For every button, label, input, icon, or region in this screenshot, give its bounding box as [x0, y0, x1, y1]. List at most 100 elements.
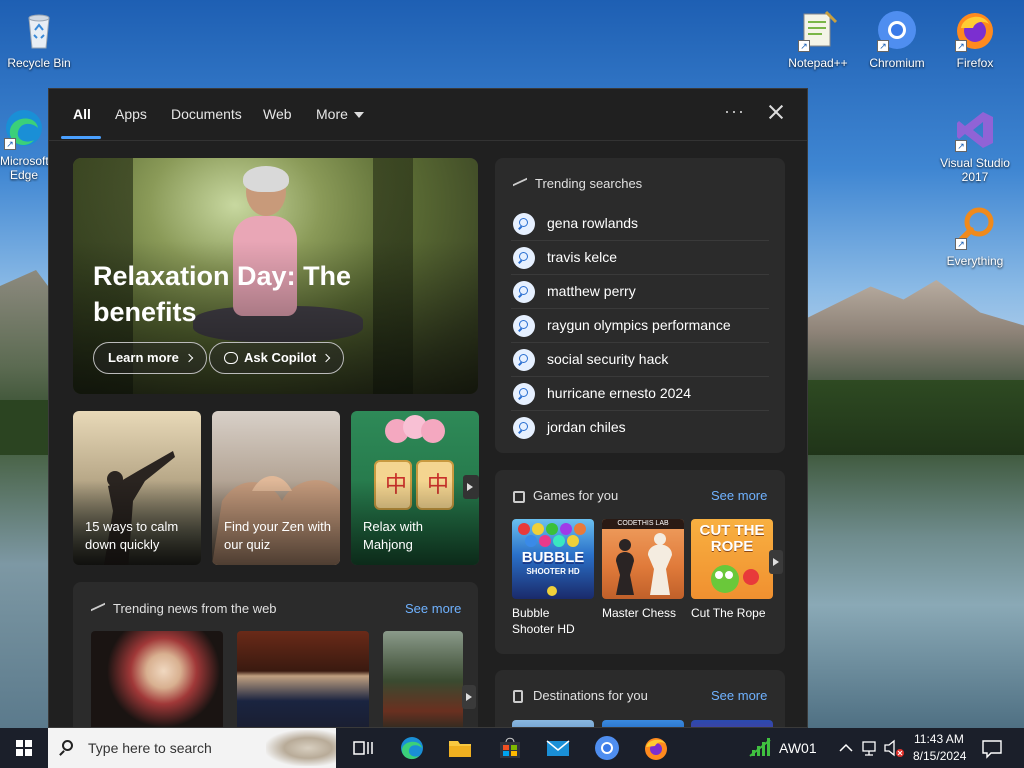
- card-mahjong[interactable]: 中 中 Relax with Mahjong: [351, 411, 479, 565]
- games-title: Games for you: [513, 488, 618, 503]
- network-signal-indicator[interactable]: [746, 732, 774, 764]
- start-button[interactable]: [0, 728, 48, 768]
- taskbar-chromium[interactable]: [591, 732, 623, 764]
- hero-card[interactable]: Relaxation Day: The benefits Learn more …: [73, 158, 478, 394]
- tab-apps[interactable]: Apps: [115, 106, 147, 122]
- windows-search-panel: All Apps Documents Web More ··· Relaxati…: [48, 88, 808, 728]
- wallpaper-forest-right: [805, 380, 1024, 460]
- trending-search-text: raygun olympics performance: [547, 317, 731, 333]
- destination-thumbnail[interactable]: [602, 720, 684, 727]
- desktop-icon-firefox[interactable]: ↗ Firefox: [937, 8, 1013, 70]
- game-art-subtitle: SHOOTER HD: [526, 567, 580, 576]
- action-center-button[interactable]: [978, 732, 1006, 764]
- desktop-icon-notepad-plus-plus[interactable]: ↗ Notepad++: [780, 8, 856, 70]
- trending-news-title-text: Trending news from the web: [113, 601, 277, 616]
- trending-arrow-icon: [91, 602, 105, 617]
- active-tab-indicator: [61, 136, 101, 139]
- shortcut-arrow-icon: ↗: [877, 40, 889, 52]
- search-icon: [513, 383, 535, 405]
- search-highlight-illustration: [266, 730, 336, 766]
- card-title: Relax with Mahjong: [363, 519, 423, 552]
- network-tray-button[interactable]: [860, 732, 880, 764]
- tab-more-label: More: [316, 106, 348, 122]
- destinations-see-more-link[interactable]: See more: [711, 688, 767, 703]
- shortcut-arrow-icon: ↗: [955, 40, 967, 52]
- taskbar-mail[interactable]: [542, 732, 574, 764]
- learn-more-label: Learn more: [108, 350, 179, 365]
- card-zen-quiz[interactable]: Find your Zen with our quiz: [212, 411, 340, 565]
- trending-search-item[interactable]: jordan chiles: [511, 411, 769, 445]
- taskbar-edge[interactable]: [396, 732, 428, 764]
- trending-news-title: Trending news from the web: [91, 601, 277, 617]
- desktop-icon-recycle-bin[interactable]: Recycle Bin: [1, 8, 77, 70]
- trending-search-item[interactable]: social security hack: [511, 343, 769, 377]
- desktop-icon-everything[interactable]: ↗ Everything: [937, 206, 1013, 268]
- clock-date: 8/15/2024: [913, 749, 967, 763]
- trending-search-item[interactable]: travis kelce: [511, 241, 769, 275]
- desktop-icon-edge[interactable]: ↗ Microsoft Edge: [0, 106, 48, 182]
- more-options-button[interactable]: ···: [724, 101, 745, 122]
- games-next-arrow-icon[interactable]: [769, 550, 783, 574]
- card-title: 15 ways to calm down quickly: [85, 519, 179, 552]
- trending-search-item[interactable]: matthew perry: [511, 275, 769, 309]
- search-icon: [62, 740, 73, 751]
- trending-search-item[interactable]: hurricane ernesto 2024: [511, 377, 769, 411]
- cards-next-arrow-icon[interactable]: [463, 475, 479, 499]
- network-bars-icon: [749, 738, 771, 757]
- news-see-more-link[interactable]: See more: [405, 601, 461, 616]
- taskbar-search-box[interactable]: Type here to search: [48, 728, 336, 768]
- tab-web[interactable]: Web: [263, 106, 292, 122]
- games-section: Games for you See more BUBBLE SHOOTER HD…: [495, 470, 785, 654]
- close-icon[interactable]: [766, 101, 786, 125]
- learn-more-button[interactable]: Learn more: [93, 342, 207, 374]
- desktop-icon-chromium[interactable]: ↗ Chromium: [859, 8, 935, 70]
- trending-search-text: jordan chiles: [547, 419, 626, 435]
- caret-down-icon: [353, 112, 364, 119]
- chromium-icon: [595, 736, 619, 760]
- destinations-title-text: Destinations for you: [533, 688, 648, 703]
- tab-documents[interactable]: Documents: [171, 106, 242, 122]
- windows-logo-icon: [16, 740, 32, 756]
- chevron-right-icon: [184, 353, 194, 362]
- ask-copilot-button[interactable]: Ask Copilot: [209, 342, 345, 374]
- tab-more[interactable]: More: [316, 106, 364, 122]
- search-icon: [513, 213, 535, 235]
- trending-search-item[interactable]: raygun olympics performance: [511, 309, 769, 343]
- show-hidden-icons-button[interactable]: [836, 732, 856, 764]
- desktop-icon-visual-studio[interactable]: ↗ Visual Studio 2017: [937, 108, 1013, 184]
- game-tile-bubble-shooter[interactable]: BUBBLE SHOOTER HD Bubble Shooter HD: [512, 519, 594, 637]
- copilot-chat-icon: [224, 351, 238, 364]
- search-icon: [513, 281, 535, 303]
- store-icon: [500, 737, 520, 758]
- search-icon: [513, 315, 535, 337]
- firefox-icon: ↗: [953, 8, 997, 52]
- desktop-icon-label: Firefox: [956, 56, 994, 70]
- destination-thumbnail[interactable]: [512, 720, 594, 727]
- network-label: AW01: [779, 740, 817, 756]
- taskbar-firefox[interactable]: [640, 732, 672, 764]
- shortcut-arrow-icon: ↗: [955, 238, 967, 250]
- taskbar-store[interactable]: [494, 732, 526, 764]
- trending-arrow-icon: [513, 177, 527, 192]
- card-calm-down[interactable]: 15 ways to calm down quickly: [73, 411, 201, 565]
- trending-search-text: hurricane ernesto 2024: [547, 385, 691, 401]
- destinations-section: Destinations for you See more: [495, 670, 785, 727]
- volume-tray-button[interactable]: [882, 732, 906, 764]
- taskbar-file-explorer[interactable]: [444, 732, 476, 764]
- shortcut-arrow-icon: ↗: [798, 40, 810, 52]
- news-thumbnail[interactable]: [237, 631, 369, 727]
- game-tile-cut-the-rope[interactable]: CUT THE ROPE Cut The Rope: [691, 519, 773, 621]
- destination-thumbnail[interactable]: [691, 720, 773, 727]
- task-view-button[interactable]: [346, 732, 378, 764]
- folder-icon: [449, 741, 471, 757]
- news-thumbnail[interactable]: [91, 631, 223, 727]
- games-see-more-link[interactable]: See more: [711, 488, 767, 503]
- search-placeholder: Type here to search: [88, 740, 212, 756]
- trending-search-item[interactable]: gena rowlands: [511, 207, 769, 241]
- tab-all[interactable]: All: [73, 106, 91, 122]
- desktop-icon-label: Recycle Bin: [7, 56, 71, 70]
- news-thumbnail[interactable]: [383, 631, 463, 727]
- game-tile-master-chess[interactable]: CODETHIS LAB Master Chess: [602, 519, 684, 621]
- chevron-right-icon: [321, 353, 331, 362]
- news-next-arrow-icon[interactable]: [462, 685, 476, 709]
